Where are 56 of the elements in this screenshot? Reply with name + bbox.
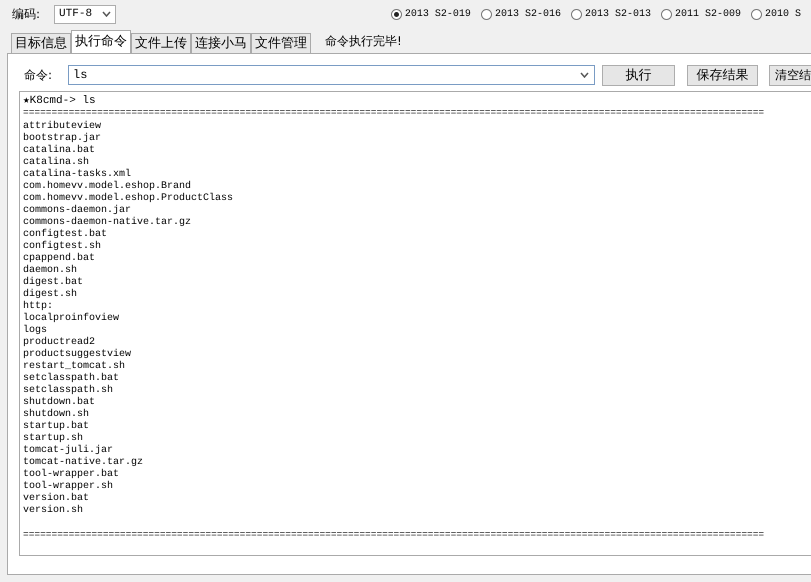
- status-message: 命令执行完毕!: [325, 33, 402, 50]
- output-line: daemon.sh: [23, 265, 78, 276]
- output-line: tool-wrapper.sh: [23, 481, 114, 492]
- tab[interactable]: 执行命令: [71, 30, 131, 53]
- encoding-label: 编码:: [12, 6, 40, 22]
- output-line: attributeview: [23, 121, 102, 132]
- version-radio[interactable]: 2013 S2-013: [570, 8, 651, 20]
- output-line: tool-wrapper.bat: [23, 469, 120, 480]
- tab[interactable]: 文件上传: [131, 33, 191, 53]
- version-radio[interactable]: 2011 S2-009: [660, 8, 741, 20]
- output-line: startup.sh: [23, 433, 84, 444]
- output-line: tomcat-juli.jar: [23, 445, 114, 456]
- action-button[interactable]: 清空结: [769, 64, 811, 86]
- output-line: com.homevv.model.eshop.Brand: [23, 181, 192, 192]
- output-line: productsuggestview: [23, 349, 132, 360]
- output-line: configtest.bat: [23, 229, 108, 240]
- version-radio[interactable]: 2010 S: [750, 8, 801, 20]
- output-line: catalina.bat: [23, 145, 96, 156]
- separator-line: ==================================================================================================================================: [23, 107, 764, 119]
- tab[interactable]: 目标信息: [11, 33, 71, 53]
- command-field[interactable]: ls: [68, 65, 595, 85]
- output-line: productread2: [23, 337, 96, 348]
- output-line: com.homevv.model.eshop.ProductClass: [23, 193, 234, 204]
- output-line: commons-daemon-native.tar.gz: [23, 217, 192, 228]
- output-line: version.bat: [23, 493, 90, 504]
- output-line: catalina-tasks.xml: [23, 169, 132, 180]
- output-line: bootstrap.jar: [23, 133, 102, 144]
- output-line: shutdown.bat: [23, 397, 96, 408]
- output-line: version.sh: [23, 505, 84, 517]
- output-line: commons-daemon.jar: [23, 205, 132, 216]
- output-line: shutdown.sh: [23, 409, 90, 420]
- output-line: tomcat-native.tar.gz: [23, 457, 144, 468]
- output-line: setclasspath.bat: [23, 373, 120, 384]
- tab[interactable]: 连接小马: [191, 33, 251, 53]
- action-button[interactable]: 保存结果: [687, 64, 758, 86]
- encoding-dropdown[interactable]: UTF-8: [54, 4, 116, 24]
- output-line: http:: [23, 301, 54, 312]
- output-line: localproinfoview: [23, 313, 120, 324]
- output-line: cpappend.bat: [23, 253, 96, 264]
- output-line: startup.bat: [23, 421, 90, 432]
- caret-icon: [580, 72, 589, 78]
- command-label: 命令:: [23, 66, 54, 84]
- output-line: setclasspath.sh: [23, 385, 114, 396]
- output-line: restart_tomcat.sh: [23, 361, 126, 372]
- prompt-line: ★K8cmd-> ls: [23, 95, 96, 107]
- output-line: digest.sh: [23, 289, 78, 300]
- separator-line: ==================================================================================================================================: [23, 529, 764, 541]
- version-radio[interactable]: 2013 S2-019: [390, 8, 471, 20]
- output-line: digest.bat: [23, 277, 84, 288]
- version-radio[interactable]: 2013 S2-016: [480, 8, 561, 20]
- output-line: catalina.sh: [23, 157, 90, 168]
- caret-icon: [102, 11, 112, 17]
- action-button[interactable]: 执行: [602, 64, 675, 86]
- output-line: logs: [23, 325, 48, 336]
- tab[interactable]: 文件管理: [251, 33, 311, 53]
- output-line: configtest.sh: [23, 241, 102, 252]
